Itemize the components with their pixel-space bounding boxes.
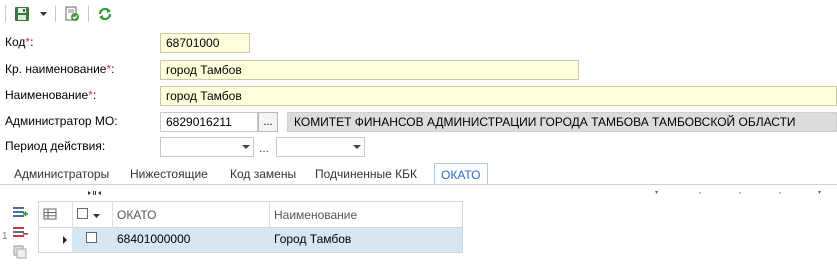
- chevron-down-icon: [242, 145, 250, 149]
- row-checkbox[interactable]: [86, 232, 97, 243]
- name-label: Наименование*:: [5, 88, 97, 102]
- row-indicator: [39, 228, 73, 252]
- approve-document-icon[interactable]: [62, 4, 82, 24]
- toolbar-separator: [55, 5, 56, 22]
- save-icon[interactable]: [12, 4, 32, 24]
- code-field[interactable]: 68701000: [160, 33, 250, 53]
- period-separator: ...: [259, 141, 270, 155]
- row-checkbox-cell[interactable]: [73, 228, 113, 252]
- table-row[interactable]: 68401000000 Город Тамбов: [39, 228, 462, 252]
- admin-mo-select-button[interactable]: ...: [258, 112, 278, 132]
- grid-header: ОКАТО Наименование: [39, 202, 462, 228]
- admin-mo-description: КОМИТЕТ ФИНАНСОВ АДМИНИСТРАЦИИ ГОРОДА ТА…: [287, 112, 837, 132]
- tab-okato[interactable]: ОКАТО: [434, 163, 488, 185]
- refresh-icon[interactable]: [95, 4, 115, 24]
- code-label: Код*:: [5, 35, 34, 49]
- name-field[interactable]: город Тамбов: [160, 86, 837, 106]
- select-all-checkbox[interactable]: [73, 202, 113, 228]
- toolbar: [0, 0, 837, 28]
- column-chooser-icon[interactable]: [39, 202, 73, 228]
- cell-name[interactable]: Город Тамбов: [270, 228, 462, 252]
- copy-row-icon[interactable]: [10, 243, 30, 261]
- okato-grid: ОКАТО Наименование 68401000000 Город Там…: [38, 201, 463, 253]
- splitter[interactable]: [0, 186, 837, 195]
- tab-administrators[interactable]: Администраторы: [8, 163, 115, 185]
- cell-okato[interactable]: 68401000000: [113, 228, 270, 252]
- add-row-icon[interactable]: [10, 203, 30, 221]
- period-to-combo[interactable]: [276, 137, 365, 157]
- chevron-down-icon: [93, 213, 101, 218]
- tab-replacement-code[interactable]: Код замены: [224, 163, 302, 185]
- short-name-label: Кр. наименование*:: [5, 62, 115, 76]
- tab-subordinates[interactable]: Нижестоящие: [124, 163, 214, 185]
- column-header-okato[interactable]: ОКАТО: [113, 202, 270, 228]
- period-from-combo[interactable]: [160, 137, 254, 157]
- short-name-field[interactable]: город Тамбов: [160, 60, 579, 80]
- toolbar-separator: [5, 5, 6, 22]
- checkbox[interactable]: [77, 208, 88, 219]
- tab-divider: [0, 184, 837, 185]
- toolbar-separator: [88, 5, 89, 22]
- column-header-name[interactable]: Наименование: [270, 202, 462, 228]
- tab-subordinate-kbk[interactable]: Подчиненные КБК: [309, 163, 423, 185]
- admin-mo-label: Администратор МО:: [5, 114, 118, 128]
- period-label: Период действия:: [5, 139, 106, 153]
- admin-mo-field[interactable]: 6829016211: [160, 112, 258, 132]
- tab-bar: Администраторы Нижестоящие Код замены По…: [0, 163, 837, 185]
- chevron-down-icon: [353, 145, 361, 149]
- row-number: 1: [2, 231, 8, 242]
- dropdown-arrow-icon[interactable]: [38, 9, 48, 19]
- current-row-arrow-icon: [63, 236, 67, 244]
